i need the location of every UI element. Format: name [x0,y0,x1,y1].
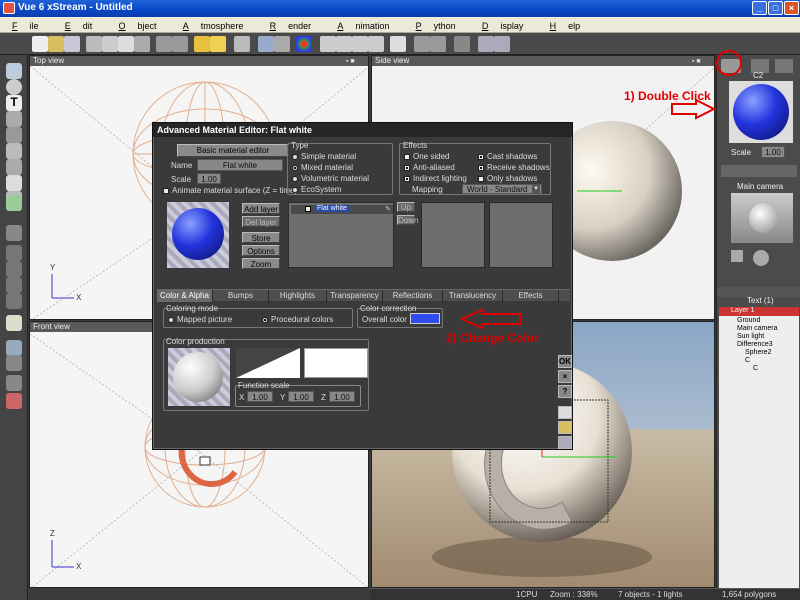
highlight-circle [716,50,742,76]
polygons-status: 1,654 polygons [722,590,777,599]
cpu-status: 1CPU [516,590,538,599]
zoom-status: Zoom : 338% [550,590,598,599]
step1-annotation: 1) Double Click [624,89,711,103]
left-arrow-icon [459,308,521,330]
status-bar: 1CPU Zoom : 338% 7 objects - 1 lights 1,… [370,588,800,600]
objects-status: 7 objects - 1 lights [618,590,683,599]
step2-annotation: 2) Change Color [446,331,539,345]
